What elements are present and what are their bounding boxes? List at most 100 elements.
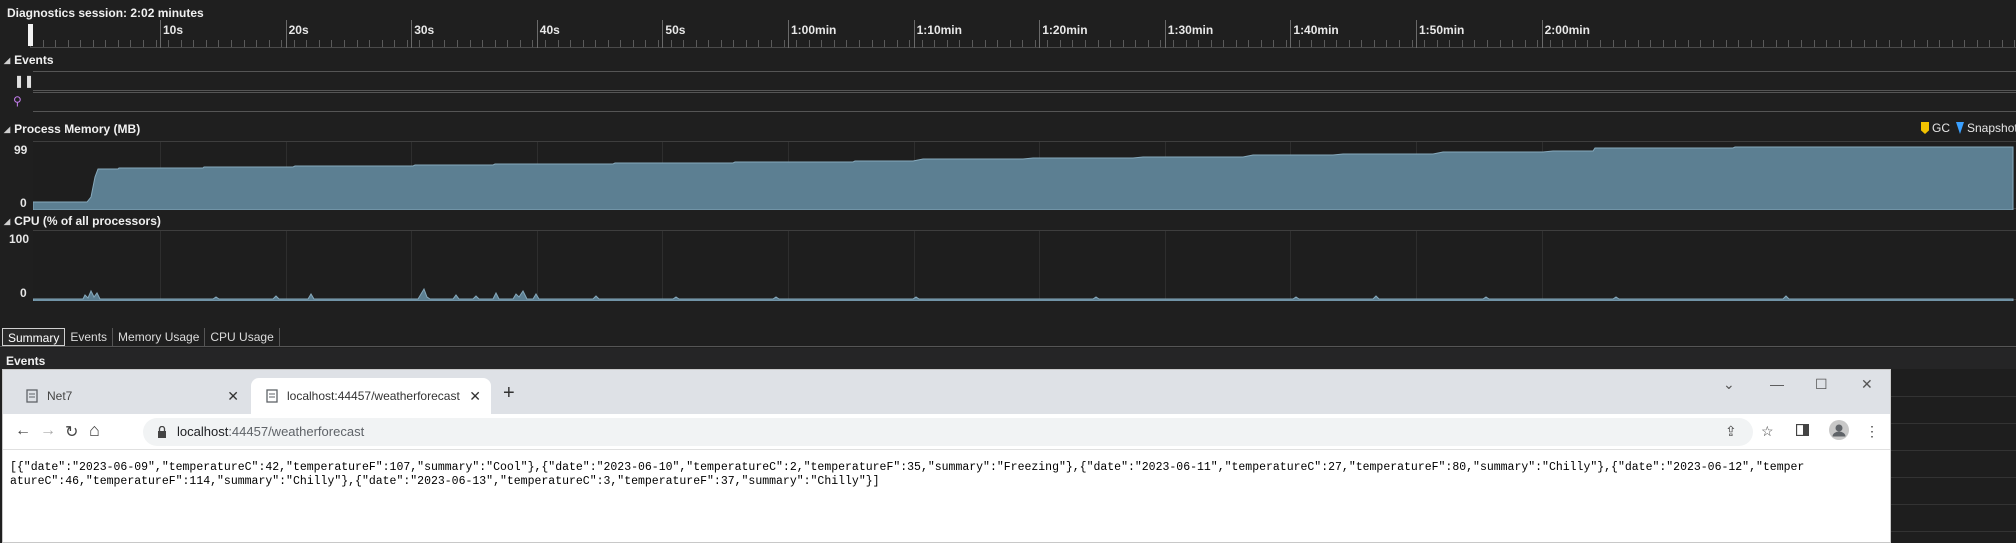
ruler-minor-tick [507, 40, 509, 47]
ruler-minor-tick [130, 40, 132, 47]
ruler-minor-tick [369, 40, 371, 47]
ruler-minor-tick [1562, 40, 1564, 47]
ruler-minor-tick [1725, 40, 1727, 47]
collapse-triangle-icon[interactable]: ◢ [4, 56, 10, 65]
memory-section-label: Process Memory (MB) [14, 122, 141, 136]
memory-area-svg [33, 146, 2014, 210]
ruler-minor-tick [1009, 40, 1011, 47]
ruler-minor-tick [909, 40, 911, 47]
ruler-minor-tick [771, 40, 773, 47]
ruler-minor-tick [1298, 40, 1300, 47]
collapse-triangle-icon[interactable]: ◢ [4, 125, 10, 134]
tab-search-chevron-icon[interactable]: ⌄ [1723, 376, 1735, 393]
close-tab-icon[interactable]: ✕ [469, 388, 481, 405]
close-window-icon[interactable]: ✕ [1861, 376, 1873, 393]
tab-memory-usage[interactable]: Memory Usage [113, 328, 206, 346]
forward-icon[interactable]: → [40, 422, 56, 440]
ruler-major-tick [285, 20, 287, 48]
ruler-minor-tick [1122, 40, 1124, 47]
new-tab-icon[interactable]: + [503, 382, 515, 405]
ruler-minor-tick [281, 40, 283, 47]
share-icon[interactable]: ⇪ [1725, 423, 1737, 440]
ruler-minor-tick [356, 40, 358, 47]
ruler-minor-tick [1047, 40, 1049, 47]
ruler-tick-label: 20s [288, 23, 309, 37]
ruler-tick-label: 30s [414, 23, 435, 37]
ruler-minor-tick [1851, 40, 1853, 47]
cpu-chart[interactable] [33, 230, 2016, 301]
ruler-tick-label: 10s [163, 23, 184, 37]
minimize-icon[interactable]: — [1770, 376, 1784, 392]
ruler-minor-tick [1989, 40, 1991, 47]
tabs-divider [0, 346, 2016, 347]
ruler-minor-tick [494, 40, 496, 47]
ruler-tick-label: 40s [539, 23, 560, 37]
ruler-minor-tick [758, 40, 760, 47]
ruler-minor-tick [1951, 40, 1953, 47]
ruler-minor-tick [1750, 40, 1752, 47]
browser-tab-weatherforecast[interactable]: localhost:44457/weatherforecast ✕ [251, 378, 491, 414]
ruler-minor-tick [155, 40, 157, 47]
cpu-section-header[interactable]: ◢ CPU (% of all processors) [4, 214, 161, 228]
events-lane-break[interactable] [33, 71, 2016, 91]
profile-avatar-icon[interactable] [1829, 420, 1849, 443]
ruler-minor-tick [871, 40, 873, 47]
ruler-minor-tick [193, 40, 195, 47]
events-section-label: Events [14, 53, 54, 67]
ruler-minor-tick [394, 40, 396, 47]
cpu-axis-max: 100 [9, 232, 30, 246]
more-menu-icon[interactable]: ⋮ [1865, 423, 1879, 440]
ruler-minor-tick [1914, 40, 1915, 47]
ruler-minor-tick [1775, 40, 1777, 47]
tab-summary[interactable]: Summary [2, 328, 66, 346]
ruler-minor-tick [745, 40, 747, 47]
ruler-minor-tick [1713, 40, 1715, 47]
ruler-minor-tick [1449, 40, 1451, 47]
ruler-minor-tick [406, 40, 408, 47]
ruler-minor-tick [1587, 40, 1589, 47]
address-bar[interactable]: localhost:44457/weatherforecast ⇪ [143, 418, 1753, 446]
ruler-minor-tick [1286, 40, 1287, 47]
ruler-minor-tick [808, 40, 810, 47]
url-path: :44457/weatherforecast [228, 424, 365, 439]
grid-line [1891, 477, 2016, 478]
timeline-ruler[interactable]: 10s 20s 30s 40s 50s 1:00min 1:10min 1:20min 1:30… [30, 20, 2016, 48]
home-icon[interactable]: ⌂ [89, 420, 100, 441]
ruler-minor-tick [1273, 40, 1275, 47]
maximize-icon[interactable]: ☐ [1815, 376, 1828, 393]
tab-cpu-usage[interactable]: CPU Usage [205, 328, 280, 346]
ruler-major-tick [1290, 20, 1292, 48]
ruler-minor-tick [1411, 40, 1413, 47]
browser-tab-net7[interactable]: Net7 ✕ [11, 378, 249, 414]
gc-marker-icon [1921, 122, 1929, 134]
ruler-minor-tick [444, 40, 446, 47]
ruler-tick-label: 1:40min [1293, 23, 1339, 37]
reload-icon[interactable]: ↻ [65, 422, 78, 442]
memory-section-header[interactable]: ◢ Process Memory (MB) [4, 122, 140, 136]
ruler-minor-tick [1110, 40, 1112, 47]
close-tab-icon[interactable]: ✕ [227, 388, 239, 405]
ruler-tick-label: 1:50min [1419, 23, 1465, 37]
ruler-minor-tick [884, 40, 886, 47]
back-icon[interactable]: ← [15, 422, 31, 440]
side-panel-icon[interactable] [1795, 423, 1810, 439]
memory-axis-max: 99 [14, 143, 28, 157]
memory-chart[interactable] [33, 141, 2016, 210]
timeline-cursor-handle[interactable] [28, 24, 33, 46]
ruler-minor-tick [1675, 40, 1677, 47]
events-lane-marks[interactable] [33, 92, 2016, 112]
tab-events[interactable]: Events [65, 328, 114, 346]
events-panel-header-band [0, 348, 2016, 370]
url-text[interactable]: localhost:44457/weatherforecast [177, 424, 364, 439]
ruler-major-tick [1416, 20, 1417, 48]
ruler-minor-tick [1486, 40, 1488, 47]
ruler-minor-tick [570, 40, 572, 47]
collapse-triangle-icon[interactable]: ◢ [4, 217, 10, 226]
ruler-minor-tick [2014, 40, 2016, 47]
events-section-header[interactable]: ◢ Events [4, 53, 54, 67]
ruler-tick-label: 1:10min [916, 23, 962, 37]
ruler-minor-tick [921, 40, 923, 47]
bookmark-star-icon[interactable]: ☆ [1761, 423, 1774, 440]
ruler-minor-tick [519, 40, 521, 47]
lock-icon[interactable] [157, 425, 167, 443]
